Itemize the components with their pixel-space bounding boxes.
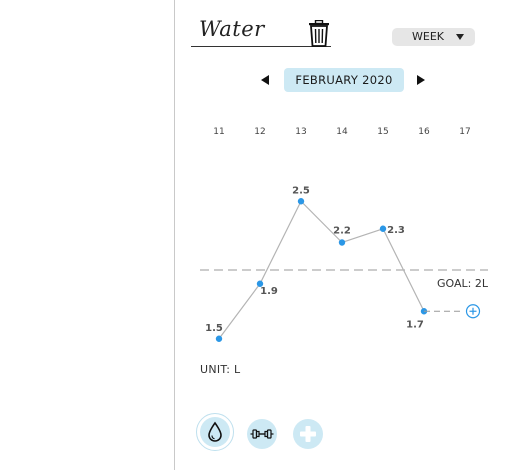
data-label: 2.5 xyxy=(292,185,310,196)
data-label: 1.7 xyxy=(406,319,424,330)
month-label: FEBRUARY 2020 xyxy=(284,68,404,92)
x-tick-label: 14 xyxy=(336,127,348,137)
x-tick-label: 11 xyxy=(213,127,224,137)
plus-circle-icon[interactable] xyxy=(465,304,481,319)
workout-tab-button[interactable] xyxy=(247,419,277,449)
data-point xyxy=(379,225,387,232)
data-point xyxy=(420,308,428,315)
data-label: 2.2 xyxy=(333,226,351,237)
x-tick-label: 12 xyxy=(254,127,265,137)
water-drop-icon xyxy=(208,421,222,442)
triangle-right-icon[interactable] xyxy=(417,75,425,85)
x-tick-label: 15 xyxy=(377,127,388,137)
chevron-down-icon xyxy=(456,34,464,40)
data-label: 1.5 xyxy=(205,323,223,334)
triangle-left-icon[interactable] xyxy=(261,75,269,85)
data-point xyxy=(338,239,346,246)
tracker-title: Water xyxy=(199,17,265,41)
water-tab-button[interactable] xyxy=(200,417,230,447)
unit-label: UNIT: L xyxy=(200,363,241,376)
add-tracker-button[interactable] xyxy=(293,419,323,449)
data-label: 1.9 xyxy=(260,286,278,297)
water-chart: 11 12 13 14 15 16 17 GOAL: 2L 1.5 1.9 2.5 2.2 2.3 1.7 xyxy=(200,127,489,342)
trash-icon[interactable] xyxy=(306,19,332,48)
goal-label: GOAL: 2L xyxy=(437,277,489,290)
range-select-value: WEEK xyxy=(412,30,444,43)
dumbbell-icon xyxy=(250,429,274,439)
range-select[interactable]: WEEK xyxy=(392,28,475,46)
data-label: 2.3 xyxy=(387,225,405,236)
x-tick-label: 13 xyxy=(295,127,306,137)
series-line xyxy=(218,200,425,340)
plus-icon xyxy=(300,426,316,442)
tracker-screen: Water WEEK FEBRUARY 2020 11 12 13 14 15 16 17 G… xyxy=(0,0,528,470)
panel-divider xyxy=(174,0,175,470)
x-tick-label: 17 xyxy=(459,127,470,137)
x-tick-label: 16 xyxy=(418,127,430,137)
data-point xyxy=(215,335,223,342)
data-point xyxy=(256,280,264,287)
data-point xyxy=(297,198,305,205)
